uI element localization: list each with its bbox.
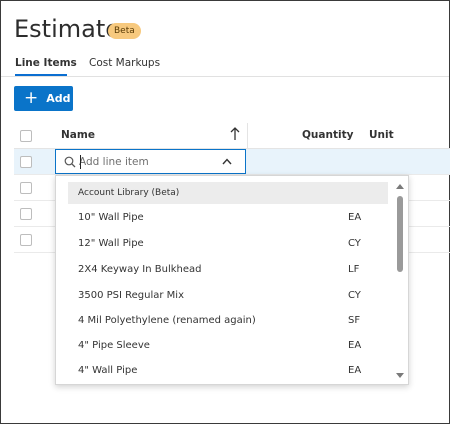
dropdown-item-name: 12" Wall Pipe [78,238,144,249]
select-all-checkbox[interactable] [20,130,32,142]
row-checkbox[interactable] [20,182,32,194]
dropdown-item[interactable]: 4 Mil Polyethylene (renamed again) SF [56,309,388,334]
line-item-dropdown: Account Library (Beta) 10" Wall Pipe EA … [55,175,409,385]
dropdown-item-name: 3500 PSI Regular Mix [78,290,184,301]
row-checkbox[interactable] [20,208,32,220]
text-cursor [80,155,81,169]
dropdown-item-unit: EA [348,340,362,351]
chevron-up-icon[interactable] [222,158,232,165]
dropdown-item[interactable]: 3500 PSI Regular Mix CY [56,284,388,309]
dropdown-item-unit: LF [348,264,360,275]
dropdown-item-unit: SF [348,315,361,326]
tab-cost-markups[interactable]: Cost Markups [89,57,160,69]
column-header-name[interactable]: Name [61,129,95,141]
dropdown-item[interactable]: 4" Pipe Sleeve EA [56,334,388,359]
dropdown-item-name: 10" Wall Pipe [78,212,144,223]
line-item-search-box[interactable] [55,149,246,174]
dropdown-scrollbar[interactable] [392,176,408,384]
add-button-label: Add [46,92,71,105]
row-checkbox[interactable] [20,156,32,168]
scroll-up-arrow-icon[interactable] [396,184,404,189]
scrollbar-thumb[interactable] [397,196,403,272]
app-window: Estimate Beta Line Items Cost Markups + … [0,0,450,424]
tabs-divider [1,76,449,77]
row-checkbox[interactable] [20,234,32,246]
table-header: Name Quantity Unit [14,123,450,149]
tab-line-items[interactable]: Line Items [15,57,77,69]
dropdown-item-unit: EA [348,365,362,376]
dropdown-item-unit: EA [348,212,362,223]
plus-icon: + [24,88,39,108]
column-header-quantity[interactable]: Quantity [302,129,353,141]
sort-ascending-icon[interactable] [230,127,240,141]
tab-bar: Line Items Cost Markups [15,57,449,75]
dropdown-item-name: 4" Pipe Sleeve [78,340,150,351]
dropdown-item-name: 2X4 Keyway In Bulkhead [78,264,202,275]
dropdown-item[interactable]: 4" Wall Pipe EA [56,359,388,384]
dropdown-item-unit: CY [348,290,361,301]
dropdown-item[interactable]: 2X4 Keyway In Bulkhead LF [56,258,388,283]
scroll-down-arrow-icon[interactable] [396,373,404,378]
column-divider [247,123,248,148]
dropdown-item[interactable]: 12" Wall Pipe CY [56,232,388,257]
dropdown-item-name: 4" Wall Pipe [78,365,138,376]
add-button[interactable]: + Add [14,86,73,111]
dropdown-section-header: Account Library (Beta) [68,182,388,204]
page-title: Estimate [14,15,121,43]
dropdown-item[interactable]: 10" Wall Pipe EA [56,206,388,231]
search-icon [64,156,76,168]
column-header-unit[interactable]: Unit [369,129,394,141]
search-input[interactable] [79,154,219,170]
dropdown-item-name: 4 Mil Polyethylene (renamed again) [78,315,256,326]
dropdown-item-unit: CY [348,238,361,249]
beta-badge: Beta [108,23,141,39]
